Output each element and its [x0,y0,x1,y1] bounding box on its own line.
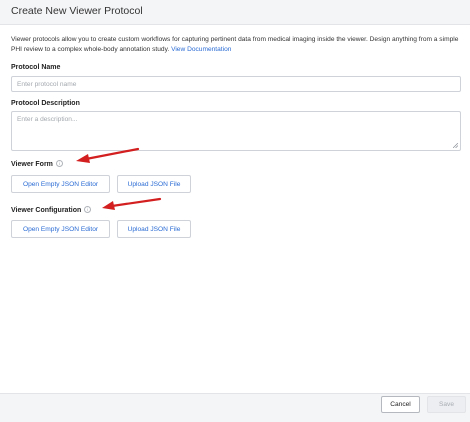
viewer-configuration-label-text: Viewer Configuration [11,207,82,214]
annotation-arrow-icon [76,147,140,163]
protocol-description-textarea[interactable] [11,111,461,151]
protocol-description-label: Protocol Description [11,100,80,107]
protocol-name-label: Protocol Name [11,64,61,71]
viewer-form-label: Viewer Form i [11,160,63,168]
view-documentation-link[interactable]: View Documentation [171,46,231,53]
intro-text: Viewer protocols allow you to create cus… [11,36,459,53]
resize-handle-icon[interactable] [453,143,458,148]
annotation-arrow-icon [102,197,162,210]
protocol-name-input[interactable] [11,76,461,92]
viewer-form-open-json-editor-button[interactable]: Open Empty JSON Editor [11,175,110,193]
viewer-form-upload-json-button[interactable]: Upload JSON File [117,175,191,193]
intro-paragraph: Viewer protocols allow you to create cus… [11,35,461,55]
save-button[interactable]: Save [427,396,466,413]
viewer-form-label-text: Viewer Form [11,161,53,168]
info-circle-icon[interactable]: i [84,206,92,213]
viewer-configuration-upload-json-button[interactable]: Upload JSON File [117,220,191,238]
dialog-title: Create New Viewer Protocol [11,5,143,17]
viewer-configuration-open-json-editor-button[interactable]: Open Empty JSON Editor [11,220,110,238]
cancel-button[interactable]: Cancel [381,396,420,413]
dialog-header: Create New Viewer Protocol [0,0,470,25]
info-circle-icon[interactable]: i [55,160,63,167]
viewer-configuration-label: Viewer Configuration i [11,206,92,214]
